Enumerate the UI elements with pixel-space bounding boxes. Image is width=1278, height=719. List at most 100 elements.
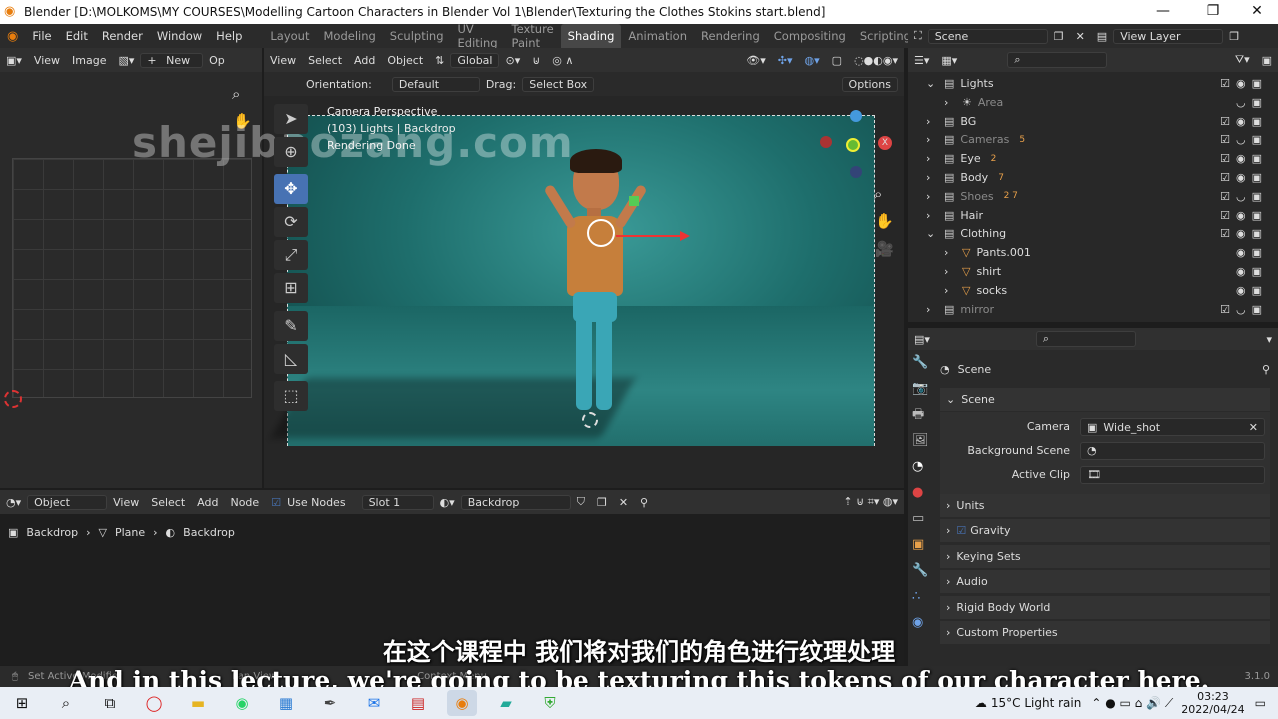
viewport-add-menu[interactable]: Add [348, 54, 381, 67]
outliner-item-name[interactable]: Pants.001 [976, 246, 1030, 259]
tab-rendering[interactable]: Rendering [694, 29, 767, 43]
xray-icon[interactable]: ▢ [826, 54, 848, 67]
duplicate-material-icon[interactable]: ❐ [591, 496, 613, 509]
nav-gizmo-neg-x[interactable] [820, 136, 832, 148]
drag-dropdown[interactable]: Select Box [522, 76, 595, 92]
outliner-item-name[interactable]: shirt [976, 265, 1001, 278]
windows-start-icon[interactable]: ⊞ [7, 690, 37, 716]
nav-gizmo-neg-z[interactable] [850, 166, 862, 178]
object-tab-icon[interactable]: ▣ [912, 532, 930, 558]
office-icon[interactable]: ▤ [403, 690, 433, 716]
transform-gizmo-circle[interactable] [587, 219, 615, 247]
output-tab-icon[interactable]: 🖶 [912, 402, 930, 428]
chevron-right-icon[interactable]: › [944, 246, 956, 259]
properties-section-header[interactable]: › Audio [940, 570, 1270, 595]
maximize-button[interactable]: ❐ [1190, 0, 1236, 24]
node-add-menu[interactable]: Add [191, 496, 224, 509]
chevron-right-icon[interactable]: › [926, 133, 938, 146]
visibility-toggles[interactable]: ☑◡▣ [1220, 303, 1268, 316]
outliner-row[interactable]: ⌄ ▤ Clothing ☑◉▣ [912, 224, 1276, 243]
scene-tab-icon[interactable]: ◔ [912, 454, 930, 480]
outliner-row[interactable]: › ▽ Pants.001 ◉▣ [912, 243, 1276, 262]
rotate-tool-icon[interactable]: ⟳ [274, 207, 308, 237]
outliner-search-input[interactable]: ⌕ [1007, 52, 1108, 68]
material-name-field[interactable]: Backdrop [460, 494, 571, 510]
opera-icon[interactable]: ◯ [139, 690, 169, 716]
task-view-icon[interactable]: ⧉ [95, 690, 125, 716]
annotate-tool-icon[interactable]: ✎ [274, 311, 308, 341]
x-axis-arrow[interactable] [616, 235, 682, 237]
chevron-right-icon[interactable]: › [944, 96, 956, 109]
menu-help[interactable]: Help [209, 29, 249, 43]
shield-icon[interactable]: ⛨ [535, 690, 565, 716]
tab-shading[interactable]: Shading [560, 24, 622, 48]
outliner-row[interactable]: › ▤ Body 7 ☑◉▣ [912, 168, 1276, 187]
image-open-button[interactable]: Op [203, 54, 231, 67]
node-snap-icons[interactable]: ⇡ ⊍ ⌗▾ ◍▾ [837, 495, 904, 509]
visibility-toggles[interactable]: ◉▣ [1236, 265, 1268, 278]
uv-grid[interactable] [12, 158, 252, 398]
transform-global-dropdown[interactable]: Global [450, 52, 500, 68]
viewport-view-menu[interactable]: View [264, 54, 302, 67]
properties-search-input[interactable]: ⌕ [1035, 331, 1136, 347]
orientation-dropdown[interactable]: Default [391, 76, 480, 92]
image-new-button[interactable]: + New [140, 52, 204, 68]
camera-field[interactable]: ▣ Wide_shot ✕ [1080, 418, 1265, 436]
tab-uv-editing[interactable]: UV Editing [451, 22, 505, 50]
properties-section-header[interactable]: › ☑ Gravity [940, 519, 1270, 544]
outliner-item-name[interactable]: Shoes [960, 190, 993, 203]
visibility-toggles[interactable]: ◉▣ [1236, 284, 1268, 297]
measure-tool-icon[interactable]: ◺ [274, 344, 308, 374]
outliner-row[interactable]: › ▽ socks ◉▣ [912, 281, 1276, 300]
visibility-toggles[interactable]: ☑◡▣ [1220, 133, 1268, 146]
outliner-item-name[interactable]: mirror [960, 303, 994, 316]
menu-edit[interactable]: Edit [59, 29, 95, 43]
weather-text[interactable]: 15°C Light rain [991, 696, 1081, 710]
notifications-icon[interactable]: ▭ [1255, 696, 1266, 710]
node-select-menu[interactable]: Select [145, 496, 191, 509]
filter-icon[interactable]: ⛛▾ [1229, 53, 1256, 67]
outliner-item-name[interactable]: socks [976, 284, 1007, 297]
gizmo-icon[interactable]: ✣▾ [772, 54, 799, 67]
close-window-button[interactable]: ✕ [1234, 0, 1278, 24]
slot-dropdown[interactable]: Slot 1 [361, 494, 434, 510]
properties-type-icon[interactable]: ▤▾ [908, 333, 936, 346]
minimize-button[interactable]: — [1140, 0, 1186, 24]
viewport-select-menu[interactable]: Select [302, 54, 348, 67]
node-view-menu[interactable]: View [107, 496, 145, 509]
outliner-row[interactable]: › ▤ Shoes 2 7 ☑◡▣ [912, 187, 1276, 206]
overlay-icon[interactable]: ◍▾ [799, 54, 826, 67]
visibility-toggles[interactable]: ☑◉▣ [1220, 115, 1268, 128]
nav-gizmo-z[interactable] [850, 110, 862, 122]
outliner-item-name[interactable]: Cameras [960, 133, 1009, 146]
image-image-menu[interactable]: Image [66, 54, 112, 67]
outliner-item-name[interactable]: Lights [960, 77, 993, 90]
shading-modes-icon[interactable]: ◌●◐◉▾ [848, 54, 904, 67]
zoom-icon[interactable]: ⌕ [232, 85, 240, 103]
chevron-right-icon[interactable]: › [926, 190, 938, 203]
chevron-down-icon[interactable]: ⌄ [926, 77, 938, 90]
move-tool-icon[interactable]: ✥ [274, 174, 308, 204]
visibility-toggles[interactable]: ☑◉▣ [1220, 171, 1268, 184]
chevron-right-icon[interactable]: › [926, 115, 938, 128]
calculator-icon[interactable]: ▦ [271, 690, 301, 716]
search-icon[interactable]: ⌕ [51, 690, 81, 716]
properties-section-header[interactable]: › Units [940, 494, 1270, 518]
outliner-row[interactable]: ⌄ ▤ Lights ☑◉▣ [912, 74, 1276, 93]
visibility-toggles[interactable]: ☑◉▣ [1220, 209, 1268, 222]
chevron-right-icon[interactable]: › [926, 171, 938, 184]
menu-file[interactable]: File [25, 29, 58, 43]
nav-gizmo-x[interactable]: X [878, 136, 892, 150]
tab-animation[interactable]: Animation [621, 29, 694, 43]
tab-modeling[interactable]: Modeling [316, 29, 382, 43]
new-collection-icon[interactable]: ▣ [1256, 54, 1278, 67]
background-scene-field[interactable]: ◔ [1080, 442, 1265, 460]
object-mode-dropdown[interactable]: Object [27, 494, 108, 510]
visibility-toggles[interactable]: ☑◡▣ [1220, 190, 1268, 203]
tab-layout[interactable]: Layout [263, 29, 316, 43]
chevron-right-icon[interactable]: › [926, 209, 938, 222]
outliner-item-name[interactable]: Area [978, 96, 1003, 109]
visibility-icon[interactable]: 👁▾ [740, 54, 772, 67]
particles-tab-icon[interactable]: ∴ [912, 584, 930, 610]
y-axis-handle[interactable] [629, 196, 639, 206]
